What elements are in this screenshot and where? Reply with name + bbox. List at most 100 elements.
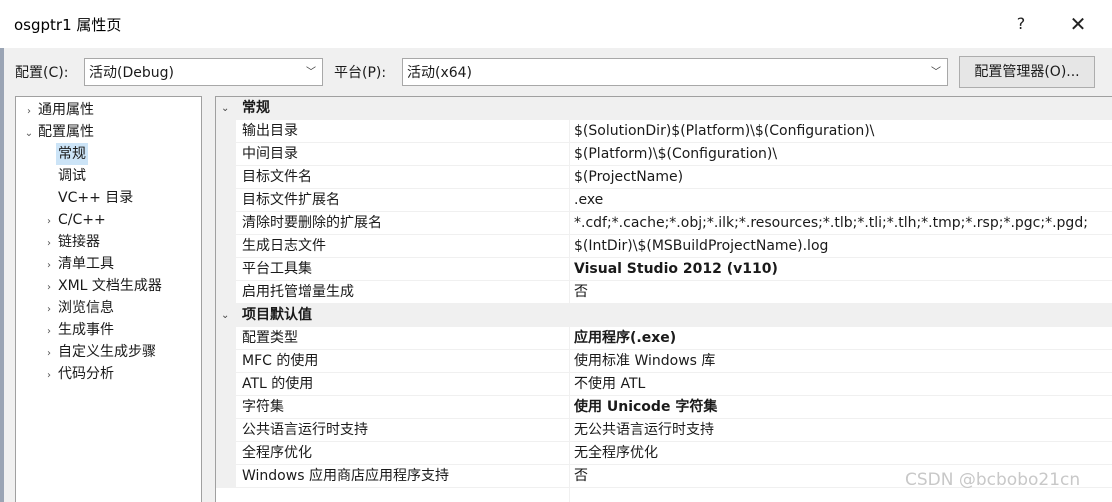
title-bar: osgptr1 属性页 ? ✕ [0, 0, 1112, 48]
row-gutter [216, 143, 236, 166]
tree-item-label: XML 文档生成器 [58, 278, 162, 294]
close-button[interactable]: ✕ [1062, 10, 1094, 38]
property-value[interactable]: 无公共语言运行时支持 [574, 419, 1112, 441]
property-value[interactable]: 使用标准 Windows 库 [574, 350, 1112, 372]
tree-item-label: 调试 [58, 168, 86, 184]
tree-item[interactable]: › 通用属性 [22, 99, 96, 121]
property-row[interactable]: MFC 的使用 使用标准 Windows 库 [216, 350, 1112, 373]
property-name: 目标文件扩展名 [242, 192, 340, 208]
tree-item-label: 自定义生成步骤 [58, 344, 156, 360]
tree-item[interactable]: VC++ 目录 [42, 187, 135, 209]
property-row[interactable]: 目标文件名 $(ProjectName) [216, 166, 1112, 189]
configuration-manager-button[interactable]: 配置管理器(O)... [959, 56, 1095, 88]
row-gutter [216, 212, 236, 235]
property-name: 启用托管增量生成 [242, 284, 354, 300]
tree-item[interactable]: ⌄ 配置属性 [22, 121, 96, 143]
chevron-down-icon[interactable]: ⌄ [22, 123, 36, 145]
category-header[interactable]: ⌄ 常规 [216, 97, 1112, 120]
chevron-right-icon[interactable]: › [42, 343, 56, 365]
property-row[interactable]: ATL 的使用 不使用 ATL [216, 373, 1112, 396]
property-tree: › 通用属性 ⌄ 配置属性 常规 调试 VC++ 目录 › C/C++ › 链接器 › 清单工具 › XML… [15, 96, 202, 502]
tree-item-label: 清单工具 [58, 256, 114, 272]
tree-item[interactable]: › 代码分析 [42, 363, 116, 385]
chevron-right-icon[interactable]: › [42, 255, 56, 277]
chevron-right-icon[interactable]: › [42, 211, 56, 233]
tree-item-label: 浏览信息 [58, 300, 114, 316]
property-name: ATL 的使用 [242, 376, 314, 392]
property-row[interactable]: 启用托管增量生成 否 [216, 281, 1112, 304]
config-value: 活动(Debug) [89, 65, 174, 81]
property-row[interactable]: 字符集 使用 Unicode 字符集 [216, 396, 1112, 419]
property-value[interactable]: 否 [574, 281, 1112, 303]
category-header[interactable]: ⌄ 项目默认值 [216, 304, 1112, 327]
watermark: CSDN @bcbobo21cn [905, 470, 1081, 490]
chevron-right-icon[interactable]: › [42, 365, 56, 387]
tree-item-label: 代码分析 [58, 366, 114, 382]
property-name: 全程序优化 [242, 445, 312, 461]
platform-value: 活动(x64) [407, 65, 473, 81]
property-row[interactable]: 清除时要删除的扩展名 *.cdf;*.cache;*.obj;*.ilk;*.re… [216, 212, 1112, 235]
row-gutter [216, 442, 236, 465]
property-value[interactable]: $(SolutionDir)$(Platform)\$(Configuratio… [574, 120, 1112, 142]
property-row[interactable]: 平台工具集 Visual Studio 2012 (v110) [216, 258, 1112, 281]
tree-item-label: 常规 [56, 143, 88, 165]
property-value[interactable]: 不使用 ATL [574, 373, 1112, 395]
tree-item-label: VC++ 目录 [58, 190, 134, 206]
tree-item[interactable]: › 链接器 [42, 231, 102, 253]
chevron-right-icon[interactable]: › [22, 101, 36, 123]
property-row[interactable]: 公共语言运行时支持 无公共语言运行时支持 [216, 419, 1112, 442]
tree-item[interactable]: › 自定义生成步骤 [42, 341, 158, 363]
property-name: Windows 应用商店应用程序支持 [242, 468, 449, 484]
tree-item-label: 通用属性 [38, 102, 94, 118]
tree-item[interactable]: › 浏览信息 [42, 297, 116, 319]
row-gutter [216, 465, 236, 488]
chevron-down-icon[interactable]: ⌄ [221, 304, 229, 327]
chevron-right-icon[interactable]: › [42, 277, 56, 299]
property-row[interactable]: 配置类型 应用程序(.exe) [216, 327, 1112, 350]
chevron-down-icon: ﹀ [931, 67, 941, 78]
row-gutter [216, 166, 236, 189]
config-dropdown[interactable]: 活动(Debug) ﹀ [84, 58, 323, 86]
property-value[interactable]: 使用 Unicode 字符集 [574, 396, 1112, 418]
platform-dropdown[interactable]: 活动(x64) ﹀ [402, 58, 948, 86]
property-row[interactable]: 目标文件扩展名 .exe [216, 189, 1112, 212]
help-button[interactable]: ? [1008, 10, 1034, 38]
chevron-down-icon: ﹀ [306, 67, 316, 78]
tree-item[interactable]: › XML 文档生成器 [42, 275, 164, 297]
property-row[interactable]: 全程序优化 无全程序优化 [216, 442, 1112, 465]
tree-item[interactable]: 常规 [42, 143, 88, 165]
chevron-right-icon[interactable]: › [42, 321, 56, 343]
property-name: 平台工具集 [242, 261, 312, 277]
property-value[interactable]: $(ProjectName) [574, 166, 1112, 188]
tree-item[interactable]: 调试 [42, 165, 88, 187]
property-value[interactable]: $(IntDir)\$(MSBuildProjectName).log [574, 235, 1112, 257]
tree-item[interactable]: › 生成事件 [42, 319, 116, 341]
row-gutter [216, 120, 236, 143]
category-title: 常规 [242, 100, 270, 116]
tree-item[interactable]: › C/C++ [42, 209, 108, 231]
platform-label: 平台(P): [334, 65, 387, 81]
property-row[interactable]: 输出目录 $(SolutionDir)$(Platform)\$(Configur… [216, 120, 1112, 143]
property-value[interactable]: 应用程序(.exe) [574, 327, 1112, 349]
property-value[interactable]: Visual Studio 2012 (v110) [574, 258, 1112, 280]
tree-item[interactable]: › 清单工具 [42, 253, 116, 275]
tree-item-label: 链接器 [58, 234, 100, 250]
property-value[interactable]: $(Platform)\$(Configuration)\ [574, 143, 1112, 165]
property-name: 公共语言运行时支持 [242, 422, 368, 438]
property-value[interactable]: .exe [574, 189, 1112, 211]
property-value[interactable]: *.cdf;*.cache;*.obj;*.ilk;*.resources;*.… [574, 212, 1112, 234]
property-row[interactable]: 生成日志文件 $(IntDir)\$(MSBuildProjectName).lo… [216, 235, 1112, 258]
property-name: 中间目录 [242, 146, 298, 162]
tree-item-label: C/C++ [58, 212, 106, 228]
chevron-down-icon[interactable]: ⌄ [221, 97, 229, 120]
property-row[interactable]: 中间目录 $(Platform)\$(Configuration)\ [216, 143, 1112, 166]
property-name: MFC 的使用 [242, 353, 319, 369]
chevron-right-icon[interactable]: › [42, 299, 56, 321]
chevron-right-icon[interactable]: › [42, 233, 56, 255]
property-value[interactable]: 无全程序优化 [574, 442, 1112, 464]
config-label: 配置(C): [15, 65, 69, 81]
row-gutter [216, 327, 236, 350]
category-title: 项目默认值 [242, 307, 312, 323]
row-gutter [216, 258, 236, 281]
property-name: 生成日志文件 [242, 238, 326, 254]
